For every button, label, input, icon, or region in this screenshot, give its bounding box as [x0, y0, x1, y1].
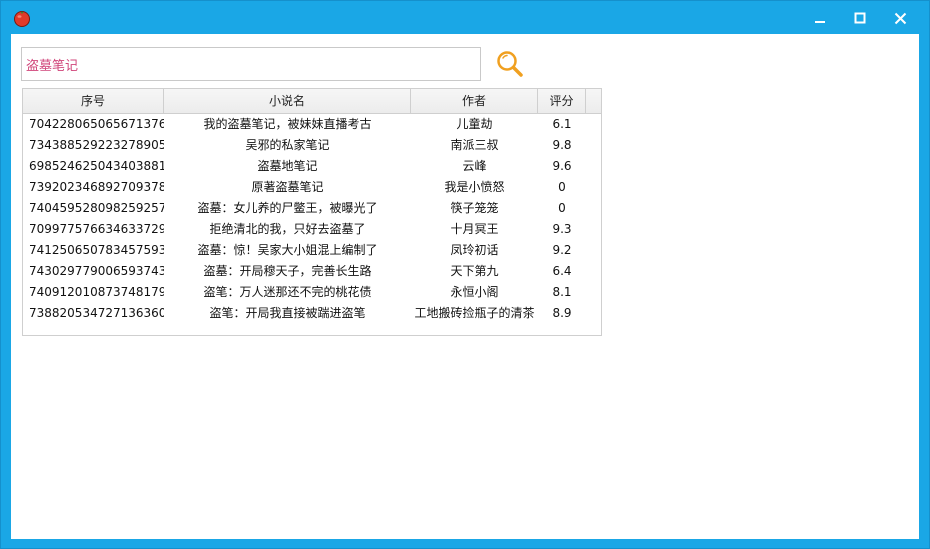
table-row[interactable]: 7412506507834575934 盗墓：惊！吴家大小姐混上编制了 凤玲初话…	[23, 240, 601, 261]
cell-score: 8.1	[552, 285, 572, 299]
cell-id: 7404595280982592574	[29, 201, 164, 215]
cell-score: 6.1	[552, 117, 572, 131]
cell-score: 0	[558, 180, 566, 194]
cell-title: 盗墓地笔记	[257, 159, 318, 173]
column-header-id[interactable]: 序号	[23, 89, 164, 113]
cell-title: 拒绝清北的我，只好去盗墓了	[209, 222, 366, 236]
cell-title: 盗笔：开局我直接被踹进盗笔	[209, 306, 366, 320]
table-row[interactable]: 7388205347271363609 盗笔：开局我直接被踹进盗笔 工地搬砖捡瓶…	[23, 303, 601, 324]
cell-score: 9.8	[552, 138, 572, 152]
cell-score: 9.3	[552, 222, 572, 236]
cell-score: 6.4	[552, 264, 572, 278]
table-row[interactable]: 7099775766346337291 拒绝清北的我，只好去盗墓了 十月冥王 9…	[23, 219, 601, 240]
cell-author: 儿童劫	[456, 117, 493, 131]
main-panel: 序号 小说名 作者 评分 7042280650656713765 我的盗墓笔记，…	[11, 34, 919, 539]
cell-author: 工地搬砖捡瓶子的清茶	[414, 306, 535, 320]
column-header-score[interactable]: 评分	[538, 89, 586, 113]
close-button[interactable]	[880, 5, 920, 31]
cell-score: 8.9	[552, 306, 572, 320]
table-row[interactable]: 7042280650656713765 我的盗墓笔记，被妹妹直播考古 儿童劫 6…	[23, 114, 601, 135]
table-row[interactable]: 7392023468927093785 原著盗墓笔记 我是小愤怒 0	[23, 177, 601, 198]
cell-id: 7409120108737481790	[29, 285, 164, 299]
cell-author: 云峰	[462, 159, 487, 173]
cell-id: 6985246250434038815	[29, 159, 164, 173]
table-row[interactable]: 7409120108737481790 盗笔：万人迷那还不完的桃花债 永恒小阁 …	[23, 282, 601, 303]
app-window: 序号 小说名 作者 评分 7042280650656713765 我的盗墓笔记，…	[0, 0, 930, 549]
minimize-icon	[815, 21, 825, 23]
cell-id: 7042280650656713765	[29, 117, 164, 131]
cell-title: 盗墓：女儿养的尸鳖王，被曝光了	[197, 201, 378, 215]
table-header: 序号 小说名 作者 评分	[23, 89, 601, 114]
cell-id: 7412506507834575934	[29, 243, 164, 257]
close-icon	[894, 12, 906, 24]
table-row[interactable]: 7430297790065937433 盗墓：开局穆天子，完善长生路 天下第九 …	[23, 261, 601, 282]
cell-author: 南派三叔	[450, 138, 499, 152]
cell-title: 我的盗墓笔记，被妹妹直播考古	[203, 117, 372, 131]
table-row[interactable]: 7404595280982592574 盗墓：女儿养的尸鳖王，被曝光了 筷子笼笼…	[23, 198, 601, 219]
cell-id: 7430297790065937433	[29, 264, 164, 278]
cell-author: 筷子笼笼	[450, 201, 499, 215]
cell-title: 盗墓：开局穆天子，完善长生路	[203, 264, 372, 278]
column-header-filler	[586, 89, 601, 113]
column-header-title[interactable]: 小说名	[164, 89, 411, 113]
table-row[interactable]: 6985246250434038815 盗墓地笔记 云峰 9.6	[23, 156, 601, 177]
cell-score: 0	[558, 201, 566, 215]
cell-author: 十月冥王	[450, 222, 499, 236]
column-header-author[interactable]: 作者	[411, 89, 538, 113]
results-table: 序号 小说名 作者 评分 7042280650656713765 我的盗墓笔记，…	[22, 88, 602, 336]
table-row[interactable]: 7343885292232789054 吴邪的私家笔记 南派三叔 9.8	[23, 135, 601, 156]
cell-author: 凤玲初话	[450, 243, 499, 257]
tomato-app-icon	[14, 11, 30, 27]
title-bar[interactable]	[1, 1, 929, 34]
cell-author: 天下第九	[450, 264, 499, 278]
cell-score: 9.2	[552, 243, 572, 257]
cell-id: 7099775766346337291	[29, 222, 164, 236]
cell-author: 我是小愤怒	[444, 180, 505, 194]
cell-id: 7388205347271363609	[29, 306, 164, 320]
minimize-button[interactable]	[800, 5, 840, 31]
cell-title: 原著盗墓笔记	[251, 180, 324, 194]
cell-id: 7392023468927093785	[29, 180, 164, 194]
maximize-button[interactable]	[840, 5, 880, 31]
maximize-icon	[854, 12, 866, 24]
cell-score: 9.6	[552, 159, 572, 173]
cell-author: 永恒小阁	[450, 285, 499, 299]
search-icon[interactable]	[495, 49, 525, 79]
cell-title: 盗笔：万人迷那还不完的桃花债	[203, 285, 372, 299]
cell-title: 吴邪的私家笔记	[245, 138, 330, 152]
search-input[interactable]	[21, 47, 481, 81]
table-body: 7042280650656713765 我的盗墓笔记，被妹妹直播考古 儿童劫 6…	[23, 114, 601, 324]
cell-id: 7343885292232789054	[29, 138, 164, 152]
cell-title: 盗墓：惊！吴家大小姐混上编制了	[197, 243, 378, 257]
